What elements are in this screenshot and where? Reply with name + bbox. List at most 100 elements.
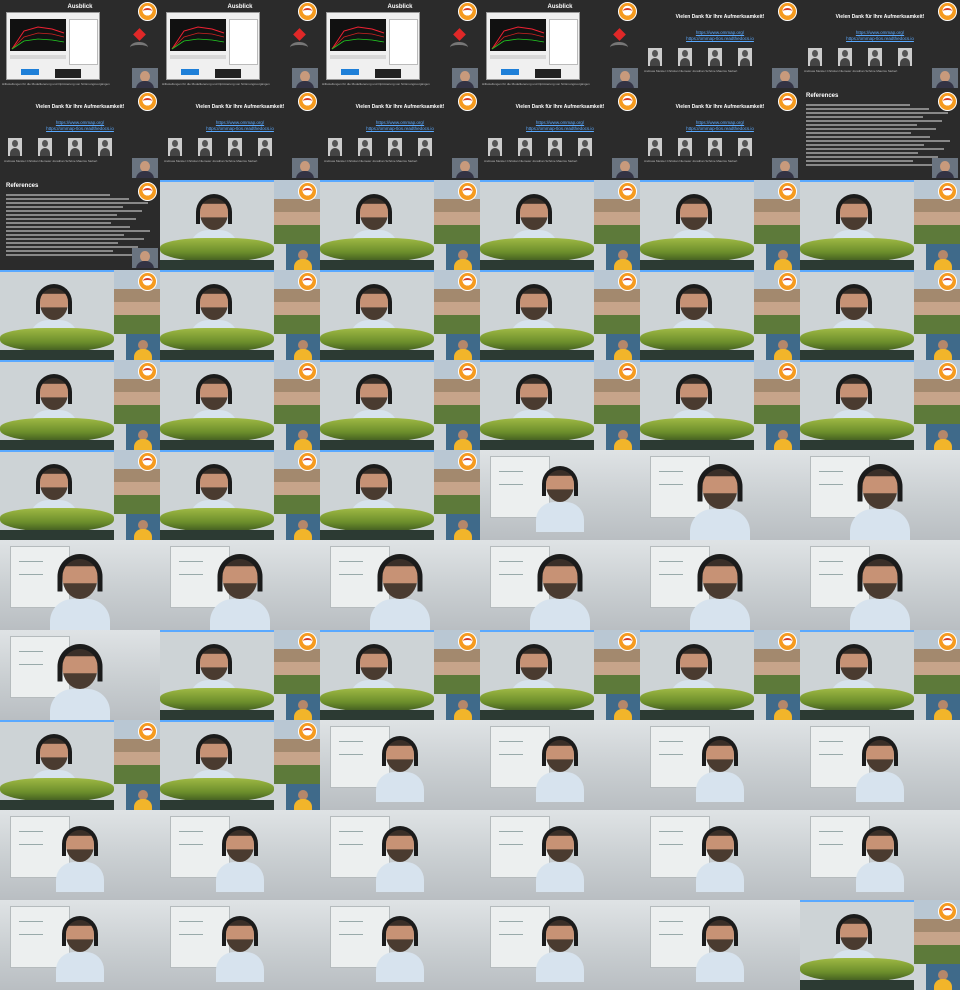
frame-composite-view[interactable] [480,630,640,720]
frame-webcam-only[interactable] [480,540,640,630]
frame-webcam-only[interactable] [0,630,160,720]
frame-composite-view[interactable] [320,180,480,270]
frame-webcam-only[interactable] [480,450,640,540]
frame-webcam-only[interactable] [640,900,800,990]
frame-webcam-only[interactable] [320,720,480,810]
url-link[interactable]: https://ommap-tlos.readthedocs.io [0,126,160,131]
water-strip [320,440,434,450]
url-link[interactable]: https://www.ommap.org/ [640,30,800,35]
frame-references-slide[interactable]: References [800,90,960,180]
url-link[interactable]: https://www.ommap.org/ [320,120,480,125]
frame-webcam-only[interactable] [320,810,480,900]
frame-thanks-slide[interactable]: Vielen Dank für Ihre Aufmerksamkeit! http… [480,90,640,180]
person-with-headset [56,826,104,892]
author-photo [358,138,372,156]
frame-webcam-only[interactable] [480,900,640,990]
frame-composite-view[interactable] [320,450,480,540]
frame-webcam-only[interactable] [320,900,480,990]
second-speaker-inset [446,244,480,270]
reference-line [6,198,129,200]
url-link[interactable]: https://ommap-tlos.readthedocs.io [160,126,320,131]
frame-composite-view[interactable] [160,270,320,360]
frame-composite-view[interactable] [0,720,160,810]
frame-thanks-slide[interactable]: Vielen Dank für Ihre Aufmerksamkeit! http… [160,90,320,180]
frame-webcam-only[interactable] [640,810,800,900]
frame-composite-view[interactable] [640,630,800,720]
frame-webcam-only[interactable] [160,810,320,900]
frame-ausblick-slide[interactable]: Ausblick Hilfestellungen für die Modellie… [320,0,480,90]
frame-ausblick-slide[interactable]: Ausblick Hilfestellungen für die Modellie… [480,0,640,90]
frame-composite-view[interactable] [480,180,640,270]
frame-webcam-only[interactable] [800,720,960,810]
url-link[interactable]: https://ommap-tlos.readthedocs.io [480,126,640,131]
frame-webcam-only[interactable] [480,810,640,900]
author-photo [738,48,752,66]
frame-composite-view[interactable] [800,270,960,360]
frame-thanks-slide[interactable]: Vielen Dank für Ihre Aufmerksamkeit! http… [0,90,160,180]
url-link[interactable]: https://www.ommap.org/ [0,120,160,125]
url-link[interactable]: https://www.ommap.org/ [160,120,320,125]
author-photos [168,138,272,156]
performance-plot [330,19,386,51]
island-photo [160,688,274,712]
conference-logo-icon [298,272,317,291]
frame-composite-view[interactable] [320,360,480,450]
url-link[interactable]: https://ommap-tlos.readthedocs.io [640,36,800,41]
shirt [376,772,424,802]
frame-composite-view[interactable] [160,720,320,810]
frame-thanks-slide[interactable]: Vielen Dank für Ihre Aufmerksamkeit! http… [320,90,480,180]
url-link[interactable]: https://www.ommap.org/ [480,120,640,125]
author-photo [738,138,752,156]
person-with-headset [530,554,590,630]
url-link[interactable]: https://ommap-tlos.readthedocs.io [800,36,960,41]
frame-composite-view[interactable] [160,180,320,270]
frame-webcam-only[interactable] [800,450,960,540]
frame-webcam-only[interactable] [320,540,480,630]
frame-webcam-only[interactable] [640,720,800,810]
url-link[interactable]: https://ommap-tlos.readthedocs.io [640,126,800,131]
frame-composite-view[interactable] [800,630,960,720]
frame-composite-view[interactable] [0,270,160,360]
frame-composite-view[interactable] [0,360,160,450]
frame-composite-view[interactable] [640,360,800,450]
water-strip [480,260,594,270]
frame-composite-view[interactable] [320,630,480,720]
second-speaker-inset [446,334,480,360]
frame-composite-view[interactable] [800,900,960,990]
frame-webcam-only[interactable] [0,810,160,900]
frame-webcam-only[interactable] [800,810,960,900]
frame-webcam-only[interactable] [160,900,320,990]
second-speaker-inset [926,334,960,360]
url-link[interactable]: https://www.ommap.org/ [640,120,800,125]
frame-composite-view[interactable] [160,630,320,720]
frame-composite-view[interactable] [800,360,960,450]
frame-composite-view[interactable] [640,180,800,270]
url-link[interactable]: https://ommap-tlos.readthedocs.io [320,126,480,131]
frame-thanks-slide[interactable]: Vielen Dank für Ihre Aufmerksamkeit! http… [640,90,800,180]
frame-ausblick-slide[interactable]: Ausblick Hilfestellungen für die Modellie… [160,0,320,90]
headset-icon [702,736,738,766]
frame-composite-view[interactable] [640,270,800,360]
frame-thanks-slide[interactable]: Vielen Dank für Ihre Aufmerksamkeit! http… [640,0,800,90]
frame-thanks-slide[interactable]: Vielen Dank für Ihre Aufmerksamkeit! http… [800,0,960,90]
frame-webcam-only[interactable] [640,540,800,630]
frame-ausblick-slide[interactable]: Ausblick Hilfestellungen für die Modellie… [0,0,160,90]
frame-webcam-only[interactable] [160,540,320,630]
frame-webcam-only[interactable] [0,540,160,630]
frame-composite-view[interactable] [480,270,640,360]
frame-composite-view[interactable] [480,360,640,450]
frame-composite-view[interactable] [160,360,320,450]
frame-references-slide[interactable]: References [0,180,160,270]
frame-composite-view[interactable] [0,450,160,540]
frame-composite-view[interactable] [160,450,320,540]
url-link[interactable]: https://www.ommap.org/ [800,30,960,35]
frame-webcam-only[interactable] [480,720,640,810]
frame-webcam-only[interactable] [0,900,160,990]
frame-composite-view[interactable] [320,270,480,360]
blue-button [341,69,359,75]
frame-composite-view[interactable] [800,180,960,270]
frame-webcam-only[interactable] [800,540,960,630]
speaker-webcam-inset [292,68,318,88]
plot-curves [331,26,385,50]
frame-webcam-only[interactable] [640,450,800,540]
